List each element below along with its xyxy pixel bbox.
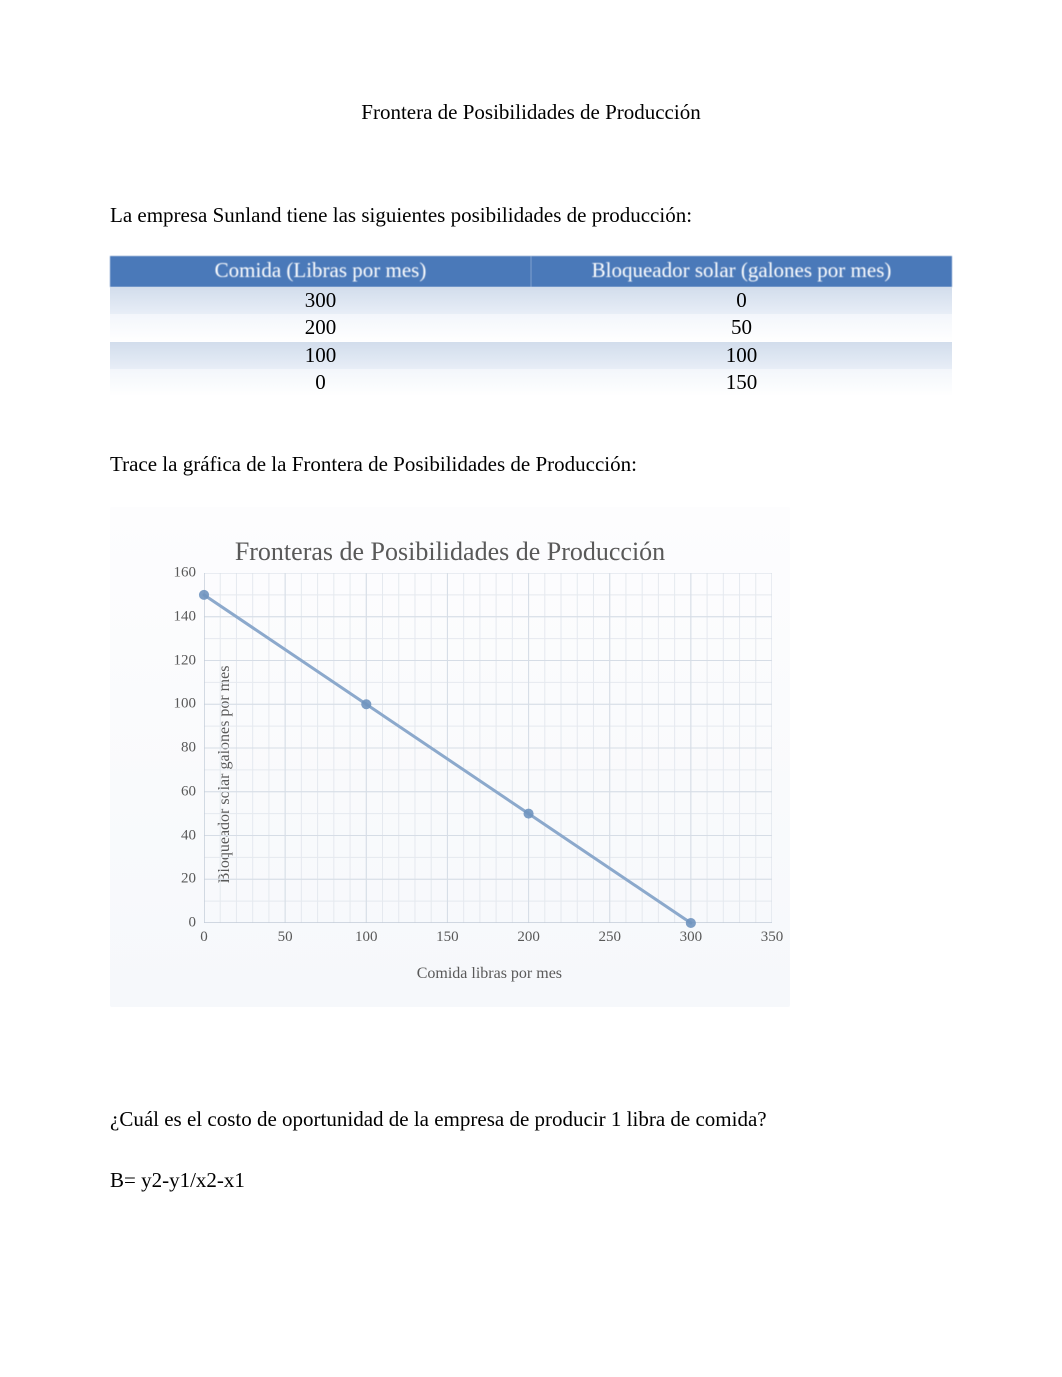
x-tick-label: 100: [355, 923, 378, 946]
cell: 200: [110, 314, 531, 341]
formula-text: B= y2-y1/x2-x1: [110, 1168, 952, 1193]
x-tick-label: 150: [436, 923, 459, 946]
line-svg: [204, 573, 772, 923]
y-tick-label: 120: [174, 652, 205, 669]
table-header-bloqueador: Bloqueador solar (galones por mes): [531, 256, 952, 287]
x-tick-label: 300: [680, 923, 703, 946]
y-tick-label: 80: [181, 740, 204, 757]
chart-title: Fronteras de Posibilidades de Producción: [122, 537, 778, 567]
table-row: 0 150: [110, 369, 952, 396]
table-row: 200 50: [110, 314, 952, 341]
y-tick-label: 40: [181, 827, 204, 844]
y-tick-label: 20: [181, 871, 204, 888]
cell: 0: [531, 287, 952, 314]
x-tick-label: 350: [761, 923, 784, 946]
cell: 100: [110, 342, 531, 369]
intro-paragraph: La empresa Sunland tiene las siguientes …: [110, 203, 952, 228]
cell: 100: [531, 342, 952, 369]
y-tick-label: 140: [174, 608, 205, 625]
table-header-comida: Comida (Libras por mes): [110, 256, 531, 287]
plot-area: 0204060801001201401600501001502002503003…: [204, 573, 772, 923]
cell: 150: [531, 369, 952, 396]
instruction-paragraph: Trace la gráfica de la Frontera de Posib…: [110, 452, 952, 477]
y-tick-label: 100: [174, 696, 205, 713]
x-tick-label: 50: [278, 923, 293, 946]
chart-container: Fronteras de Posibilidades de Producción…: [110, 507, 790, 1007]
cell: 50: [531, 314, 952, 341]
x-tick-label: 200: [517, 923, 540, 946]
question-paragraph: ¿Cuál es el costo de oportunidad de la e…: [110, 1107, 952, 1132]
cell: 0: [110, 369, 531, 396]
cell: 300: [110, 287, 531, 314]
x-tick-label: 250: [598, 923, 621, 946]
table-row: 300 0: [110, 287, 952, 314]
y-tick-label: 60: [181, 783, 204, 800]
y-tick-label: 160: [174, 565, 205, 582]
x-axis-label: Comida libras por mes: [417, 965, 562, 983]
production-table: Comida (Libras por mes) Bloqueador solar…: [110, 256, 952, 396]
table-row: 100 100: [110, 342, 952, 369]
x-tick-label: 0: [200, 923, 208, 946]
page-title: Frontera de Posibilidades de Producción: [110, 100, 952, 125]
